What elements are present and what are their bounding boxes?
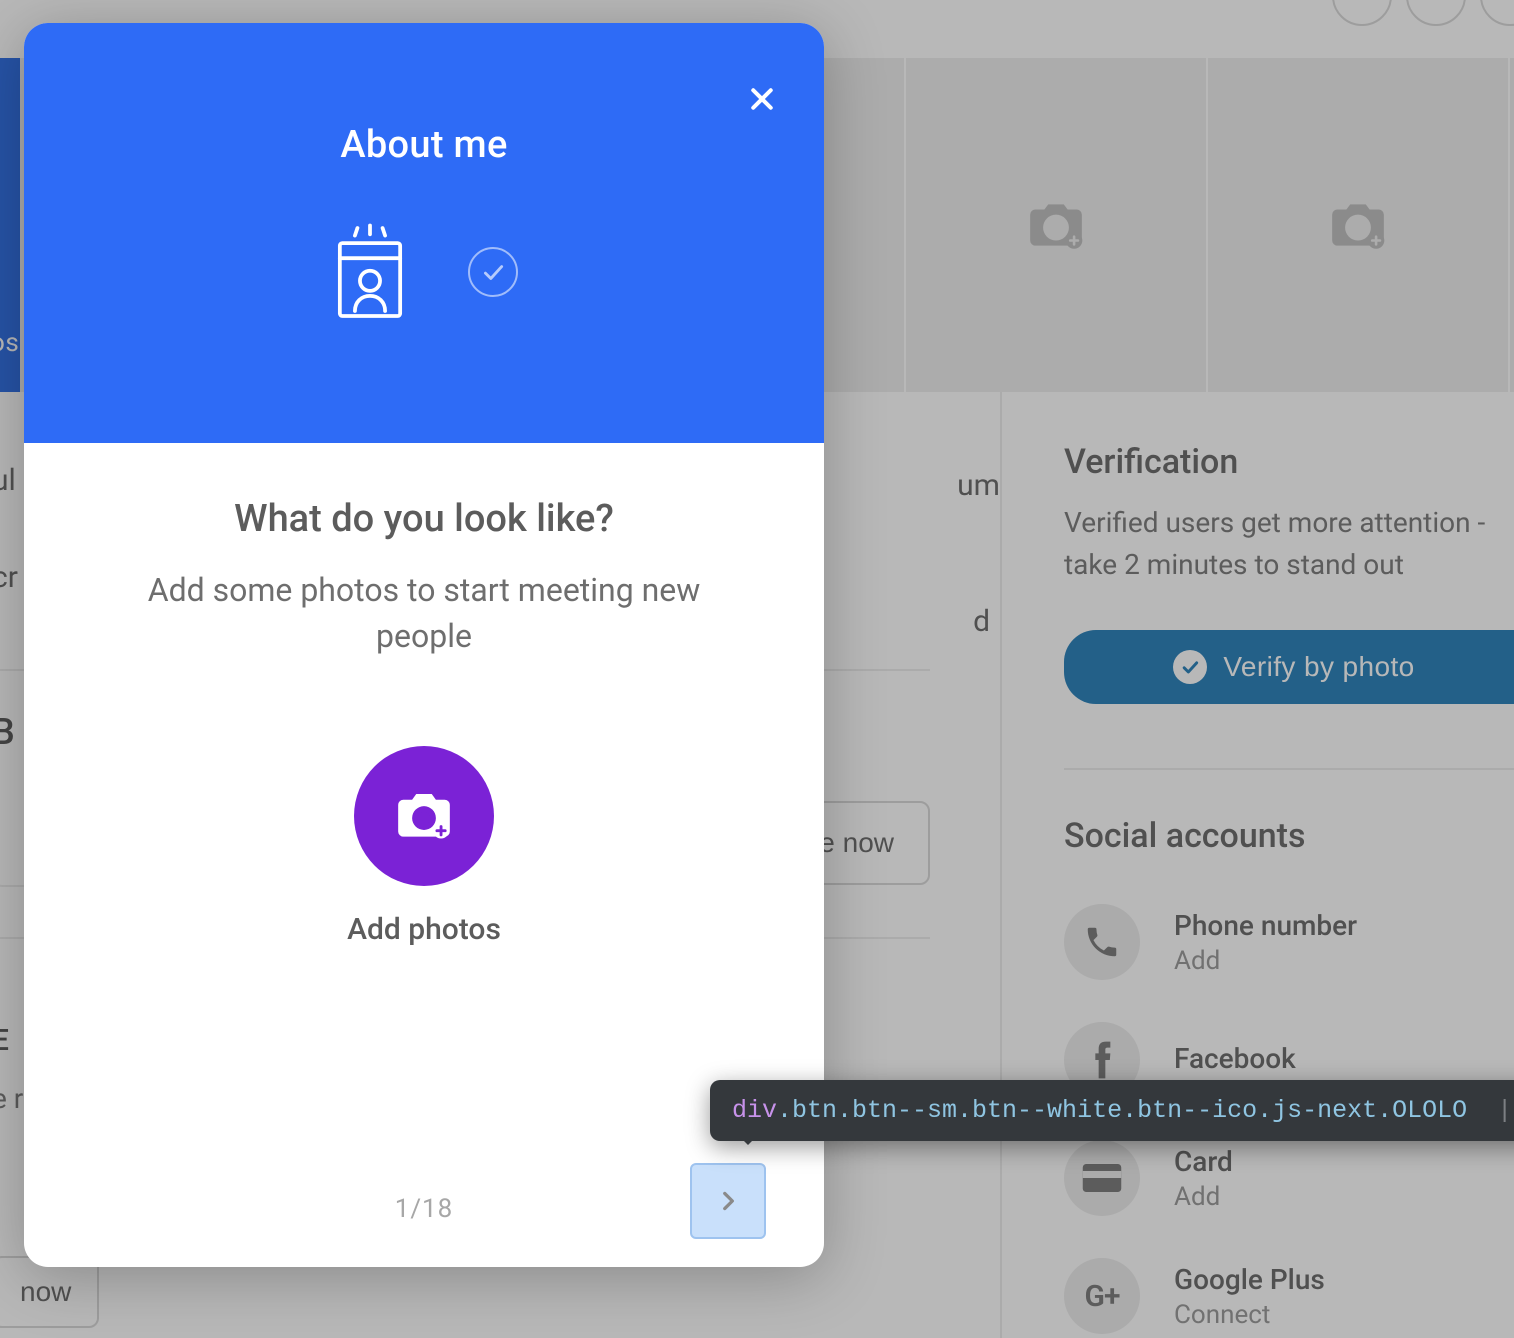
add-photos-circle bbox=[354, 746, 494, 886]
id-card-icon bbox=[330, 223, 410, 321]
modal-title: About me bbox=[340, 123, 507, 167]
modal-subtitle: Add some photos to start meeting new peo… bbox=[104, 567, 744, 660]
camera-add-icon bbox=[393, 790, 455, 842]
about-me-modal: About me What do you look like? Add some… bbox=[24, 23, 824, 1267]
add-photos-label: Add photos bbox=[347, 912, 501, 947]
modal-footer: 1/18 bbox=[24, 1171, 824, 1267]
devtools-tag: div bbox=[732, 1096, 777, 1125]
modal-step-icons bbox=[330, 223, 518, 321]
devtools-element-tooltip: div.btn.btn--sm.btn--white.btn--ico.js-n… bbox=[710, 1080, 1514, 1141]
modal-heading: What do you look like? bbox=[234, 497, 614, 541]
add-photos-button[interactable]: Add photos bbox=[347, 746, 501, 947]
step-complete-icon bbox=[468, 247, 518, 297]
page-counter: 1/18 bbox=[395, 1194, 454, 1224]
close-icon bbox=[747, 84, 777, 114]
close-button[interactable] bbox=[742, 79, 782, 119]
devtools-classes: .btn.btn--sm.btn--white.btn--ico.js-next… bbox=[777, 1096, 1467, 1125]
next-button[interactable] bbox=[690, 1163, 766, 1239]
chevron-right-icon bbox=[715, 1188, 741, 1214]
modal-header: About me bbox=[24, 23, 824, 443]
modal-body: What do you look like? Add some photos t… bbox=[24, 443, 824, 1171]
